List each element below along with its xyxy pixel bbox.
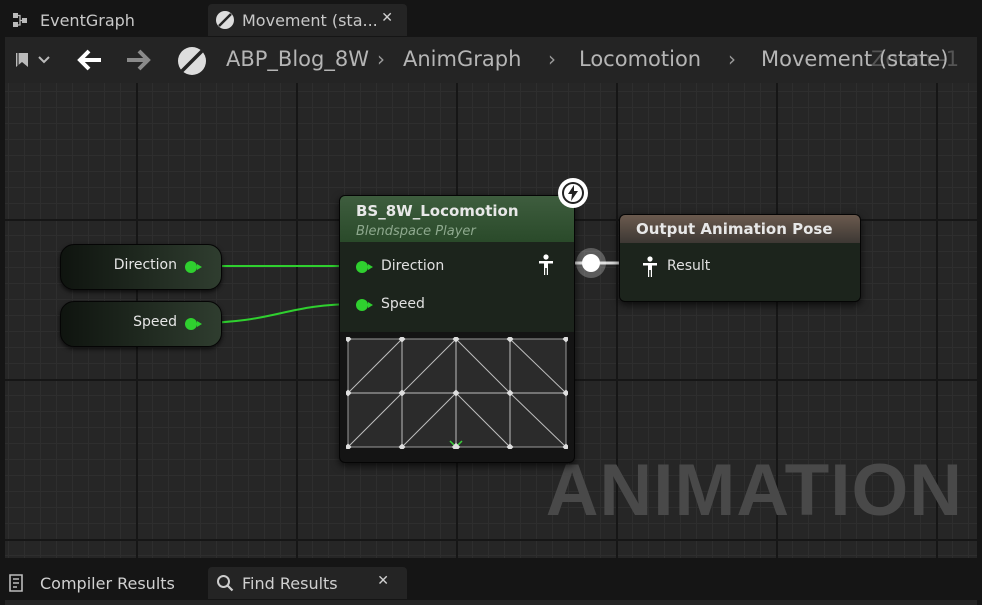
blendspace-preview-grid xyxy=(346,337,568,449)
breadcrumb-separator: › xyxy=(377,47,385,71)
document-tab-bar: EventGraph Movement (sta... ✕ xyxy=(0,0,982,37)
tab-label: Compiler Results xyxy=(40,573,175,593)
pin-label: Result xyxy=(667,258,711,274)
node-header: BS_8W_Locomotion Blendspace Player xyxy=(340,196,574,242)
tab-find-results[interactable]: Find Results ✕ xyxy=(208,567,407,599)
fast-path-icon xyxy=(558,178,588,208)
variable-label: Direction xyxy=(113,257,177,273)
breadcrumb-separator: › xyxy=(548,47,556,71)
direction-input-pin[interactable] xyxy=(356,261,373,273)
state-icon xyxy=(214,10,236,30)
output-pose-node[interactable]: Output Animation Pose Result xyxy=(619,214,861,302)
tab-movement-state[interactable]: Movement (sta... ✕ xyxy=(208,4,407,36)
graph-canvas[interactable]: ANIMATION Direction Speed BS_8W_Locomoti… xyxy=(5,83,977,558)
variable-label: Speed xyxy=(133,314,177,330)
bottom-panel-tab-bar: Compiler Results Find Results ✕ xyxy=(0,558,982,605)
back-arrow-icon[interactable] xyxy=(77,49,103,75)
breadcrumb-item[interactable]: AnimGraph xyxy=(403,47,521,71)
tab-eventgraph[interactable]: EventGraph xyxy=(8,4,198,36)
pin-label: Speed xyxy=(381,296,425,312)
close-icon[interactable]: ✕ xyxy=(381,10,393,26)
output-pin[interactable] xyxy=(185,261,202,273)
breadcrumb-separator: › xyxy=(728,47,736,71)
bottom-panel-content xyxy=(5,600,977,605)
pose-output-pin-icon[interactable] xyxy=(538,254,554,280)
tab-label: Movement (sta... xyxy=(242,10,378,30)
speed-input-pin[interactable] xyxy=(356,299,373,311)
event-graph-icon xyxy=(8,12,32,28)
compiler-results-icon xyxy=(8,574,32,592)
output-pin[interactable] xyxy=(185,318,202,330)
breadcrumb-item[interactable]: Locomotion xyxy=(579,47,701,71)
node-title: BS_8W_Locomotion xyxy=(356,202,519,220)
search-icon xyxy=(216,574,234,592)
close-icon[interactable]: ✕ xyxy=(377,573,389,589)
bookmark-icon[interactable] xyxy=(15,52,51,72)
pin-label: Direction xyxy=(381,258,445,274)
breadcrumb-item[interactable]: ABP_Blog_8W xyxy=(226,47,369,71)
tab-label: EventGraph xyxy=(40,10,135,30)
forward-arrow-icon[interactable] xyxy=(125,49,151,75)
breadcrumb-item[interactable]: Movement (state) xyxy=(761,47,949,71)
node-pins: Result xyxy=(620,243,860,301)
blendspace-player-node[interactable]: BS_8W_Locomotion Blendspace Player Direc… xyxy=(339,195,575,463)
node-title: Output Animation Pose xyxy=(636,220,833,238)
tab-compiler-results[interactable]: Compiler Results xyxy=(8,567,198,599)
direction-variable-node[interactable]: Direction xyxy=(60,244,222,290)
result-input-pin-icon[interactable] xyxy=(642,256,658,282)
state-icon xyxy=(176,45,208,81)
node-pins: Direction Speed xyxy=(340,242,574,332)
breadcrumb-bar: ABP_Blog_8W › AnimGraph › Locomotion › Z… xyxy=(5,37,977,83)
node-header: Output Animation Pose xyxy=(620,215,860,243)
node-subtitle: Blendspace Player xyxy=(356,224,476,239)
speed-variable-node[interactable]: Speed xyxy=(60,301,222,347)
tab-label: Find Results xyxy=(242,573,338,593)
